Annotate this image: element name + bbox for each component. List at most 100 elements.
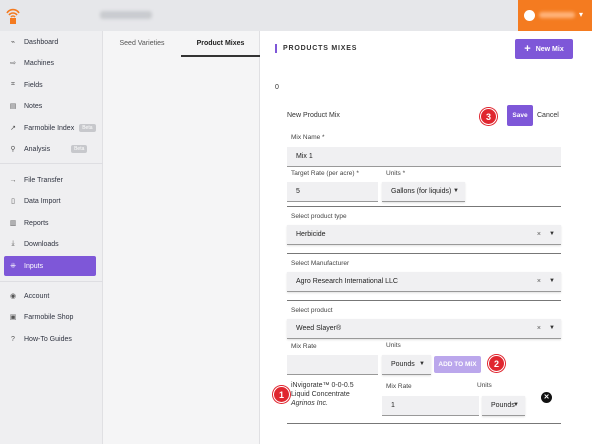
- caret-down-icon: ▼: [453, 188, 459, 194]
- add-to-mix-button[interactable]: ADD TO MIX: [434, 356, 481, 373]
- tab-seed-varieties[interactable]: Seed Varieties: [103, 37, 181, 57]
- mix-item-name: iNvigorate™ 0-0-0.5 Liquid Concentrate: [291, 382, 354, 398]
- section-divider: [287, 423, 561, 424]
- target-rate-label: Target Rate (per acre) *: [291, 170, 359, 177]
- chevron-down-icon[interactable]: ▾: [579, 10, 583, 19]
- beta-badge: Beta: [71, 145, 88, 153]
- inputs-icon: ⁜: [10, 263, 16, 270]
- farm-name-redacted[interactable]: [100, 11, 152, 19]
- mix-rate-input[interactable]: [287, 355, 378, 375]
- product-value: Weed Slayer®: [296, 325, 342, 332]
- product-type-select[interactable]: Herbicide × ▼: [287, 225, 561, 245]
- clear-icon[interactable]: ×: [537, 325, 541, 332]
- sidebar-item-label: How-To Guides: [24, 335, 72, 343]
- mix-item-units-select[interactable]: Pounds ▼: [482, 396, 525, 416]
- analysis-icon: ⚲: [10, 146, 16, 153]
- machines-icon: ⇨: [10, 60, 16, 67]
- sidebar-item-reports[interactable]: ▥ Reports: [4, 213, 96, 233]
- sidebar-item-inputs[interactable]: ⁜ Inputs: [4, 256, 96, 276]
- sidebar-item-data-import[interactable]: ▯ Data Import: [4, 191, 96, 211]
- product-mixes-panel: PRODUCTS MIXES + New Mix 0 New Product M…: [261, 31, 592, 444]
- manufacturer-value: Agro Research International LLC: [296, 278, 398, 285]
- caret-down-icon[interactable]: ▼: [549, 231, 555, 237]
- mix-item-manufacturer: Agrinos Inc.: [291, 400, 328, 407]
- mix-rate-label: Mix Rate: [291, 343, 317, 350]
- caret-down-icon: ▼: [419, 361, 425, 367]
- sidebar-item-notes[interactable]: ▤ Notes: [4, 96, 96, 116]
- mix-count: 0: [275, 84, 279, 91]
- section-divider: [287, 206, 561, 207]
- sidebar-item-account[interactable]: ◉ Account: [4, 286, 96, 306]
- page-title: PRODUCTS MIXES: [275, 44, 357, 53]
- mix-item-units-label: Units: [477, 382, 492, 389]
- farmobile-logo-icon[interactable]: [6, 7, 20, 24]
- product-type-value: Herbicide: [296, 231, 326, 238]
- sidebar-item-label: Downloads: [24, 240, 59, 248]
- user-name-redacted[interactable]: [539, 12, 575, 18]
- sidebar-divider: [0, 163, 103, 164]
- sidebar-item-downloads[interactable]: ⤓ Downloads: [4, 234, 96, 254]
- manufacturer-select[interactable]: Agro Research International LLC × ▼: [287, 272, 561, 292]
- mix-units-select[interactable]: Pounds ▼: [382, 355, 431, 375]
- sidebar-item-label: Dashboard: [24, 38, 59, 46]
- units-select[interactable]: Gallons (for liquids) ▼: [382, 182, 465, 202]
- sidebar-item-label: Inputs: [24, 262, 44, 270]
- dashboard-icon: ⌁: [10, 39, 16, 46]
- sidebar-item-label: Reports: [24, 219, 49, 227]
- sidebar-item-dashboard[interactable]: ⌁ Dashboard: [4, 32, 96, 52]
- sidebar-item-farmobile-shop[interactable]: ▣ Farmobile Shop: [4, 307, 96, 327]
- plus-icon: +: [524, 43, 531, 55]
- mix-item-units-value: Pounds: [491, 402, 515, 409]
- sidebar-item-label: Farmobile Shop: [24, 313, 74, 321]
- sidebar-item-farmobile-index[interactable]: ↗ Farmobile Index Beta: [4, 118, 96, 138]
- data-import-icon: ▯: [11, 198, 15, 205]
- sidebar-item-machines[interactable]: ⇨ Machines: [4, 53, 96, 73]
- sidebar-item-label: Analysis: [24, 145, 51, 153]
- sidebar-item-label: Fields: [24, 81, 43, 89]
- notes-icon: ▤: [9, 103, 17, 110]
- sidebar-item-fields[interactable]: ⌗ Fields: [4, 75, 96, 95]
- product-select[interactable]: Weed Slayer® × ▼: [287, 319, 561, 339]
- index-icon: ↗: [10, 125, 16, 132]
- mix-item-rate-input[interactable]: 1: [382, 396, 479, 416]
- mix-name-input[interactable]: Mix 1: [287, 147, 561, 167]
- downloads-icon: ⤓: [11, 240, 15, 247]
- tab-product-mixes[interactable]: Product Mixes: [181, 37, 260, 57]
- help-icon: ?: [11, 335, 15, 343]
- sidebar-item-how-to-guides[interactable]: ? How-To Guides: [4, 329, 96, 349]
- target-rate-input[interactable]: 5: [287, 182, 378, 202]
- units-label: Units *: [386, 170, 406, 177]
- annotation-badge-1: 1: [273, 386, 290, 403]
- new-mix-button[interactable]: + New Mix: [515, 39, 573, 59]
- new-product-mix-heading: New Product Mix: [287, 112, 340, 119]
- sidebar: ⌁ Dashboard ⇨ Machines ⌗ Fields ▤ Notes …: [0, 31, 103, 444]
- sidebar-divider: [0, 281, 103, 282]
- product-type-label: Select product type: [291, 213, 347, 220]
- clear-icon[interactable]: ×: [537, 278, 541, 285]
- caret-down-icon[interactable]: ▼: [549, 278, 555, 284]
- product-label: Select product: [291, 307, 333, 314]
- beta-badge: Beta: [79, 124, 96, 132]
- remove-item-icon[interactable]: ✕: [541, 392, 552, 403]
- sidebar-item-analysis[interactable]: ⚲ Analysis Beta: [4, 139, 96, 159]
- account-icon: ◉: [9, 293, 17, 300]
- sidebar-item-file-transfer[interactable]: → File Transfer: [4, 170, 96, 190]
- user-avatar-icon[interactable]: [524, 10, 535, 21]
- cancel-button[interactable]: Cancel: [537, 112, 559, 119]
- section-divider: [287, 300, 561, 301]
- annotation-badge-3: 3: [480, 108, 497, 125]
- sidebar-item-label: Data Import: [24, 197, 61, 205]
- caret-down-icon[interactable]: ▼: [549, 325, 555, 331]
- reports-icon: ▥: [9, 220, 17, 227]
- manufacturer-label: Select Manufacturer: [291, 260, 350, 267]
- clear-icon[interactable]: ×: [537, 231, 541, 238]
- mix-item-product: iNvigorate™ 0-0-0.5 Liquid Concentrate A…: [291, 381, 361, 408]
- sidebar-item-label: Notes: [24, 102, 43, 110]
- units-select-value: Gallons (for liquids): [391, 188, 452, 195]
- mix-units-value: Pounds: [391, 361, 415, 368]
- fields-icon: ⌗: [11, 81, 15, 88]
- mix-units-label: Units: [386, 342, 401, 349]
- save-button[interactable]: Save: [507, 105, 533, 126]
- new-mix-label: New Mix: [535, 45, 564, 53]
- inputs-tab-pane: Seed Varieties Product Mixes: [103, 31, 260, 444]
